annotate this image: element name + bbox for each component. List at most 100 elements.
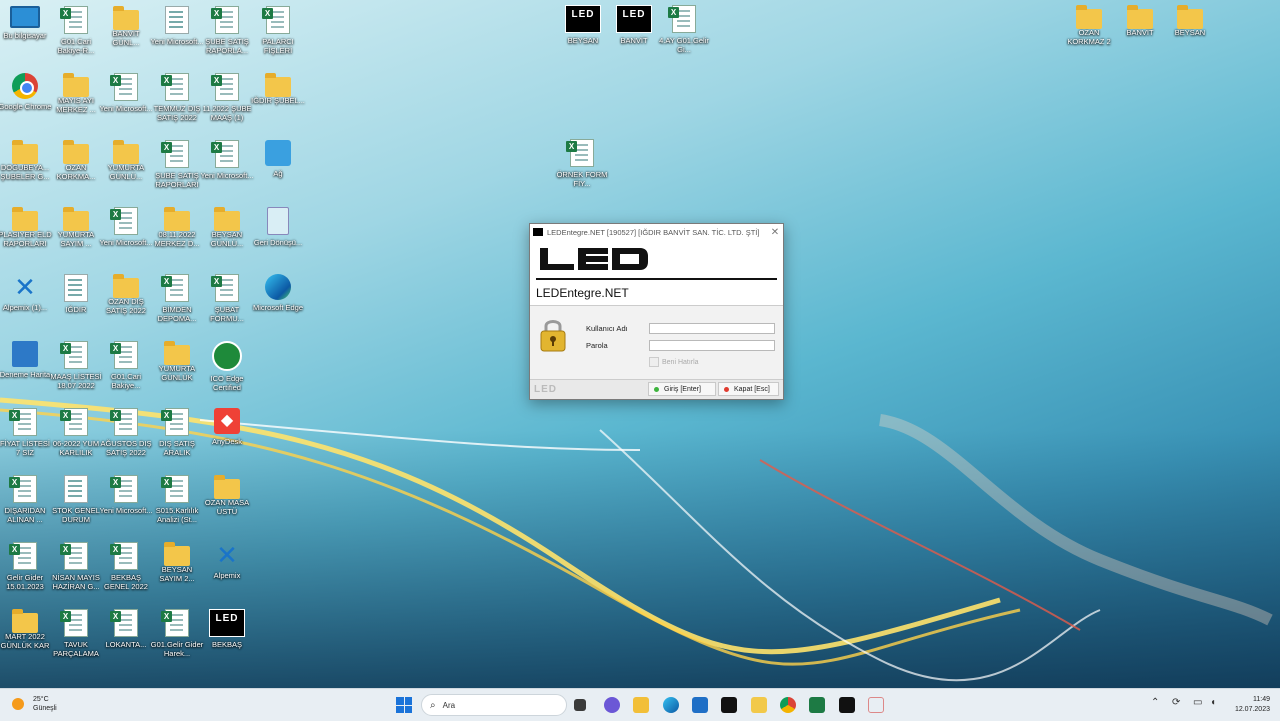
file-explorer-icon[interactable] bbox=[633, 697, 649, 713]
windows-start-icon[interactable] bbox=[396, 697, 412, 713]
login-window[interactable]: LEDEntegre.NET [190527] [IĞDIR BANVİT SA… bbox=[529, 223, 784, 400]
desktop-icon[interactable]: STOK GENEL DURUM bbox=[49, 475, 103, 524]
desktop-icon[interactable]: DIŞ SATIŞ ARALIK bbox=[150, 408, 204, 457]
mail-icon[interactable] bbox=[692, 697, 708, 713]
desktop-icon[interactable]: 11.2022 ŞUBE MAAŞ (1) bbox=[200, 73, 254, 122]
desktop-icon[interactable]: BANVİT GÜNL... bbox=[99, 6, 153, 47]
desktop-icon[interactable]: LOKANTA... bbox=[99, 609, 153, 649]
notes-icon[interactable] bbox=[751, 697, 767, 713]
desktop-icon[interactable]: Yeni Microsoft... bbox=[150, 6, 204, 46]
folder-icon bbox=[113, 140, 139, 164]
login-button[interactable]: Giriş [Enter] bbox=[648, 382, 716, 396]
task-view-icon[interactable] bbox=[574, 699, 586, 711]
desktop-icon[interactable]: OZAN KORKMA... bbox=[49, 140, 103, 181]
desktop-icon[interactable]: TAVUK PARÇALAMA bbox=[49, 609, 103, 658]
chevron-up-icon[interactable]: ⌃ bbox=[1151, 697, 1159, 708]
desktop-icon[interactable]: G01.Cari Bakiye-R... bbox=[49, 6, 103, 55]
desktop-icon[interactable]: BEYSAN GÜNLÜ... bbox=[200, 207, 254, 248]
clock[interactable]: 11:49 12.07.2023 bbox=[1235, 695, 1270, 715]
close-button-label: Kapat [Esc] bbox=[734, 385, 770, 393]
desktop-icon-label: BEYSAN bbox=[1174, 28, 1206, 37]
desktop-icon[interactable]: ÖRNEK FORM FİY... bbox=[555, 139, 609, 188]
desktop-icon[interactable]: DIŞARIDAN ALINAN ... bbox=[0, 475, 52, 524]
xls-icon bbox=[211, 140, 239, 168]
desktop-icon[interactable]: 08.11.2022 MERKEZ D... bbox=[150, 207, 204, 248]
desktop-icon[interactable]: OZAN KORKMAZ 2 bbox=[1062, 5, 1116, 46]
desktop-icon[interactable]: ŞUBE SATIŞ RAPORLARI bbox=[150, 140, 204, 189]
desktop-icon[interactable]: Geri Dönüşü... bbox=[251, 207, 305, 247]
sync-icon[interactable]: ⟳ bbox=[1172, 697, 1180, 708]
desktop-icon[interactable]: YUMURTA GÜNLÜ... bbox=[99, 140, 153, 181]
desktop-icon[interactable]: MAAŞ LİSTESİ 18.07.2022 bbox=[49, 341, 103, 390]
desktop-icon[interactable]: Alpemix (1)... bbox=[0, 274, 52, 312]
desktop-icon-label: ŞUBE SATIŞ RAPORLARI bbox=[155, 171, 199, 189]
xls-icon bbox=[161, 73, 189, 101]
excel-taskbar-icon[interactable] bbox=[809, 697, 825, 713]
desktop-icon[interactable]: YUMURTA SAYIM ... bbox=[49, 207, 103, 248]
desktop-icon[interactable]: OZAN DIŞ SATIŞ 2022 bbox=[99, 274, 153, 315]
close-icon[interactable]: ✕ bbox=[767, 227, 783, 238]
chrome-taskbar-icon[interactable] bbox=[780, 697, 796, 713]
desktop-icon[interactable]: S015.Karlılık Analizi (St... bbox=[150, 475, 204, 524]
desktop-icon[interactable]: PALARCI FİŞLERİ bbox=[251, 6, 305, 55]
desktop-icon[interactable]: BEKBAŞ GENEL 2022 bbox=[99, 542, 153, 591]
desktop-icon[interactable]: Gelir Gider 15.01.2023 bbox=[0, 542, 52, 591]
chat-icon[interactable] bbox=[604, 697, 620, 713]
desktop-icon[interactable]: Yeni Microsoft... bbox=[99, 207, 153, 247]
desktop-icon[interactable]: Yeni Microsoft... bbox=[99, 73, 153, 113]
desktop-icon[interactable]: YUMURTA GÜNLÜK bbox=[150, 341, 204, 382]
desktop-icon[interactable]: NİSAN MAYIS HAZİRAN G... bbox=[49, 542, 103, 591]
desktop-icon[interactable]: FİYAT LİSTESİ 7 SIZ bbox=[0, 408, 52, 457]
desktop-icon[interactable]: Bu bilgisayar bbox=[0, 6, 52, 40]
desktop-icon[interactable]: ŞUBE SATIŞ RAPORLA... bbox=[200, 6, 254, 55]
doc-icon bbox=[165, 6, 189, 34]
desktop-icon[interactable]: TEMMUZ DIŞ SATIŞ 2022 bbox=[150, 73, 204, 122]
username-input[interactable] bbox=[649, 323, 775, 334]
desktop-icon[interactable]: BANVİT bbox=[607, 5, 661, 45]
window-titlebar[interactable]: LEDEntegre.NET [190527] [IĞDIR BANVİT SA… bbox=[530, 224, 783, 240]
desktop-icon[interactable]: Yeni Microsoft... bbox=[99, 475, 153, 515]
desktop-icon[interactable]: AĞUSTOS DIŞ SATIŞ 2022 bbox=[99, 408, 153, 457]
desktop-icon[interactable]: Yeni Microsoft... bbox=[200, 140, 254, 180]
desktop-icon[interactable]: BEKBAŞ bbox=[200, 609, 254, 649]
desktop-icon[interactable]: PLASİYER ELD RAPORLARI bbox=[0, 207, 52, 248]
desktop-icon[interactable]: MAYIS AYI MERKEZ ... bbox=[49, 73, 103, 114]
desktop-icon[interactable]: BEYSAN bbox=[1163, 5, 1217, 37]
desktop-icon[interactable]: IĞDIR ŞUBEL... bbox=[251, 73, 305, 105]
checkbox-box[interactable] bbox=[649, 357, 659, 367]
desktop-icon[interactable]: BİMDEN DEPOMA... bbox=[150, 274, 204, 323]
desktop-icon[interactable]: Google Chrome bbox=[0, 73, 52, 111]
desktop-icon[interactable]: ŞUBAT FORMU... bbox=[200, 274, 254, 323]
desktop-icon[interactable]: Alpemix bbox=[200, 542, 254, 580]
remember-me-checkbox[interactable]: Beni Hatırla bbox=[649, 357, 699, 367]
desktop-icon[interactable]: OZAN MASA ÜSTÜ bbox=[200, 475, 254, 516]
network-icon[interactable]: ▭ bbox=[1193, 697, 1202, 708]
desktop-icon[interactable]: AnyDesk bbox=[200, 408, 254, 446]
desktop-icon[interactable]: IĞDIR bbox=[49, 274, 103, 314]
desktop-icon[interactable]: MART 2022 GÜNLÜK KAR bbox=[0, 609, 52, 650]
desktop-icon[interactable]: ICO Edge Certified bbox=[200, 341, 254, 392]
taskbar-search[interactable]: ⌕ Ara bbox=[421, 694, 567, 716]
xls-icon bbox=[60, 408, 88, 436]
desktop-icon[interactable]: 4.AY G01.Gelir Gi... bbox=[657, 5, 711, 54]
weather-widget[interactable]: 25°C Güneşli bbox=[12, 695, 57, 713]
active-app-icon[interactable] bbox=[868, 697, 884, 713]
desktop-icon[interactable]: DOĞUBEYA... ŞUBELER G... bbox=[0, 140, 52, 181]
desktop-icon[interactable]: Deneme Harita bbox=[0, 341, 52, 379]
desktop-icon[interactable]: G01.Cari Bakiye... bbox=[99, 341, 153, 390]
desktop-icon[interactable]: 06-2022 YUM KARLILIK bbox=[49, 408, 103, 457]
password-input[interactable] bbox=[649, 340, 775, 351]
desktop-icon[interactable]: BEYSAN SAYIM 2... bbox=[150, 542, 204, 583]
chrome-icon bbox=[12, 73, 38, 99]
volume-icon[interactable]: ◖ bbox=[1210, 697, 1216, 708]
desktop-icon[interactable]: G01.Gelir Gider Harek... bbox=[150, 609, 204, 658]
desktop-icon[interactable]: Ağ bbox=[251, 140, 305, 178]
desktop-icon[interactable]: BEYSAN bbox=[556, 5, 610, 45]
led-taskbar-icon-2[interactable] bbox=[839, 697, 855, 713]
edge-taskbar-icon[interactable] bbox=[663, 697, 679, 713]
folder-icon bbox=[164, 542, 190, 566]
desktop-icon[interactable]: BANVİT bbox=[1113, 5, 1167, 37]
desktop-icon[interactable]: Microsoft Edge bbox=[251, 274, 305, 312]
led-taskbar-icon[interactable] bbox=[721, 697, 737, 713]
close-button[interactable]: Kapat [Esc] bbox=[718, 382, 779, 396]
